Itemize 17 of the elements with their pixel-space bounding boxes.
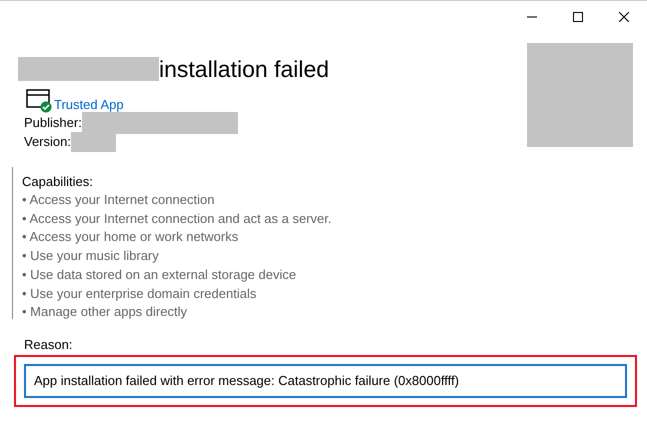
capability-item: • Access your Internet connection xyxy=(22,191,216,209)
app-window-check-icon xyxy=(26,89,52,113)
capability-item: • Use your music library xyxy=(22,247,160,266)
capability-item: • Use data stored on an external storage device xyxy=(22,266,298,284)
reason-label: Reason: xyxy=(24,337,74,353)
error-message: App installation failed with error message: Catastrophic failure (0x8000ffff) xyxy=(24,364,627,398)
capability-item: • Access your Internet connection and act as a server. xyxy=(22,210,332,228)
publisher-label: Publisher: xyxy=(24,115,82,130)
capability-item: • Manage other apps directly xyxy=(22,303,188,322)
capability-item: • Access your home or work networks xyxy=(22,228,240,246)
trusted-app-link[interactable]: Trusted App xyxy=(54,97,124,113)
close-icon xyxy=(619,12,629,22)
maximize-icon xyxy=(573,12,583,22)
version-label: Version: xyxy=(24,134,71,149)
capabilities-heading: Capabilities: xyxy=(22,173,94,191)
capability-item: • Use your enterprise domain credentials xyxy=(22,284,258,303)
title: installation failed xyxy=(159,55,330,83)
